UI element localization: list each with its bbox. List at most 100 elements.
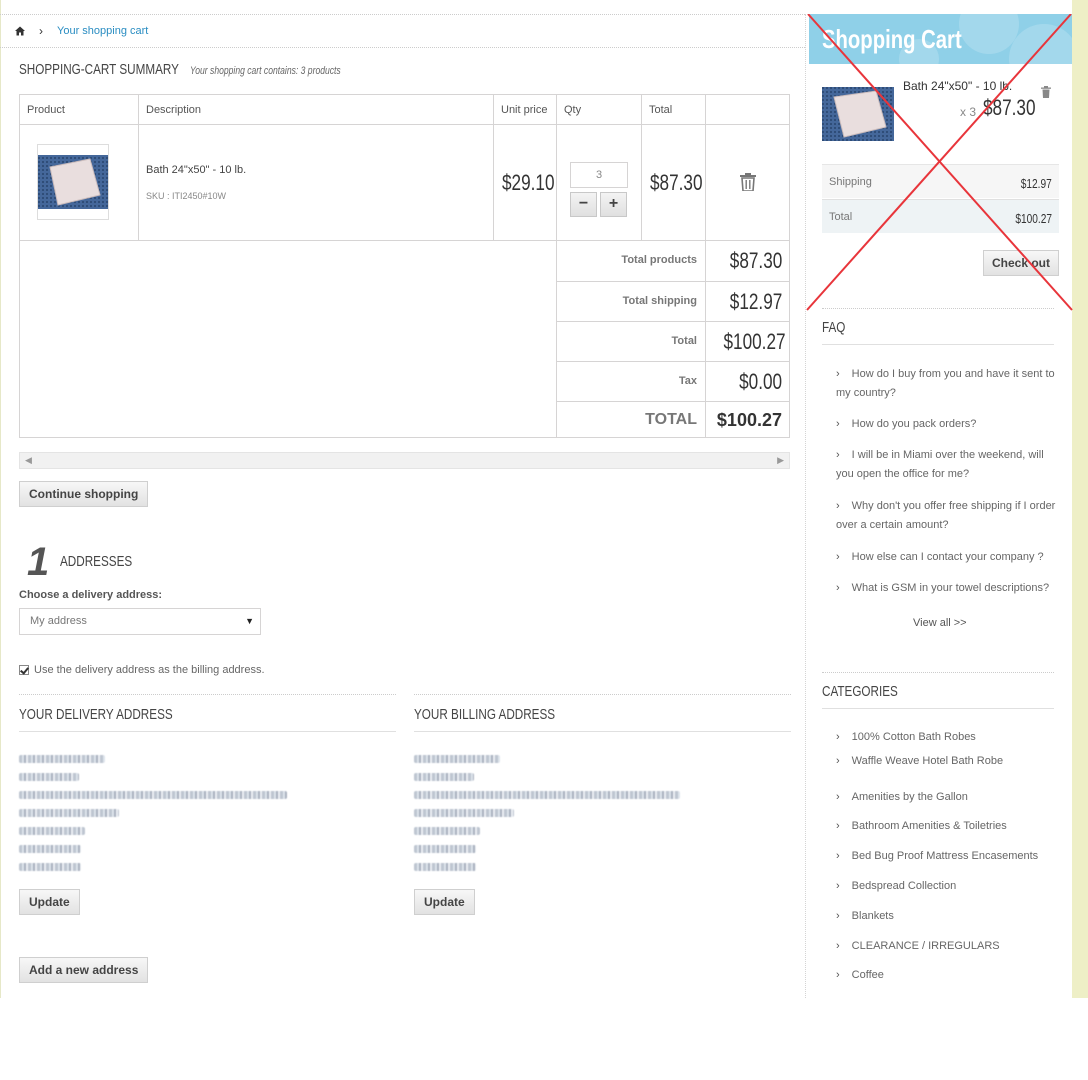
grand-total-value: $100.27 — [716, 410, 782, 430]
totals-value: $100.27 — [723, 329, 786, 354]
faq-item-text[interactable]: How else can I contact your company ? — [852, 551, 1044, 563]
quantity-input[interactable]: 3 — [570, 162, 628, 188]
category-item[interactable]: › Waffle Weave Hotel Bath Robe — [836, 754, 1003, 769]
faq-item-text[interactable]: Why don't you offer free shipping if I o… — [836, 500, 1055, 531]
faq-item-text[interactable]: What is GSM in your towel descriptions? — [852, 582, 1049, 594]
billing-address-title: YOUR BILLING ADDRESS — [414, 706, 556, 723]
faq-heading: FAQ — [822, 308, 1054, 345]
trash-icon[interactable] — [1041, 86, 1051, 98]
faq-title: FAQ — [822, 319, 846, 336]
category-item[interactable]: › Bathroom Amenities & Toiletries — [836, 819, 1007, 834]
category-item[interactable]: › Amenities by the Gallon — [836, 790, 968, 805]
right-background-strip — [1072, 0, 1088, 998]
step-number: 1 — [27, 540, 50, 584]
totals-row-shipping: Total shipping $12.97 — [557, 281, 790, 321]
mini-cart-header[interactable]: Shopping Cart — [809, 14, 1072, 64]
add-new-address-button[interactable]: Add a new address — [19, 957, 149, 983]
totals-label: Total products — [557, 241, 706, 281]
summary-subtitle: Your shopping cart contains: 3 products — [190, 65, 341, 77]
summary-title: SHOPPING-CART SUMMARY — [19, 61, 179, 78]
page: › Your shopping cart SHOPPING-CART SUMMA… — [0, 0, 1088, 998]
product-sku: SKU : ITI2450#10W — [146, 191, 227, 201]
faq-item-text[interactable]: I will be in Miami over the weekend, wil… — [836, 449, 1044, 480]
same-billing-label: Use the delivery address as the billing … — [34, 664, 265, 676]
faq-view-all-link[interactable]: View all >> — [913, 617, 967, 629]
column-separator — [805, 14, 806, 998]
product-name-link[interactable]: Bath 24"x50" - 10 lb. — [146, 164, 246, 176]
quantity-increase-button[interactable]: + — [600, 192, 627, 217]
faq-item[interactable]: › How else can I contact your company ? — [836, 548, 1058, 567]
faq-item[interactable]: › What is GSM in your towel descriptions? — [836, 579, 1058, 598]
header-qty: Qty — [557, 95, 642, 125]
category-link[interactable]: Bed Bug Proof Mattress Encasements — [852, 850, 1038, 862]
table-row-unit-price-cell: $29.10 — [494, 125, 557, 241]
faq-item[interactable]: › How do you pack orders? — [836, 415, 1058, 434]
update-billing-address-button[interactable]: Update — [414, 889, 475, 915]
category-item[interactable]: › Bedspread Collection — [836, 879, 956, 894]
totals-label: Total shipping — [557, 282, 706, 321]
category-link[interactable]: Waffle Weave Hotel Bath Robe — [852, 755, 1003, 767]
table-row-delete-cell — [706, 125, 790, 241]
faq-item[interactable]: › I will be in Miami over the weekend, wi… — [836, 446, 1058, 484]
trash-icon[interactable] — [740, 173, 756, 191]
billing-address-heading: YOUR BILLING ADDRESS — [414, 694, 791, 732]
same-billing-checkbox-row[interactable]: Use the delivery address as the billing … — [19, 664, 265, 676]
table-horizontal-scrollbar[interactable]: ◀ ▶ — [19, 452, 790, 469]
category-item[interactable]: › Bed Bug Proof Mattress Encasements — [836, 849, 1038, 864]
category-link[interactable]: Amenities by the Gallon — [852, 791, 968, 803]
line-total: $87.30 — [650, 170, 703, 195]
update-delivery-address-button[interactable]: Update — [19, 889, 80, 915]
category-link[interactable]: Bathroom Amenities & Toiletries — [852, 820, 1007, 832]
quantity-decrease-button[interactable]: − — [570, 192, 597, 217]
selected-address: My address — [30, 615, 87, 627]
home-icon[interactable] — [15, 26, 25, 36]
totals-row-tax: Tax $0.00 — [557, 361, 790, 401]
mini-cart-product-image[interactable] — [822, 87, 894, 141]
categories-title: CATEGORIES — [822, 683, 898, 700]
totals-row-products: Total products $87.30 — [557, 241, 790, 281]
product-image[interactable] — [37, 144, 109, 220]
scroll-right-arrow-icon[interactable]: ▶ — [777, 455, 784, 466]
totals-value: $87.30 — [729, 248, 782, 273]
mini-cart-item-qty: x 3 — [960, 105, 977, 119]
checkbox[interactable] — [19, 665, 29, 675]
table-row-product-cell — [20, 125, 139, 241]
scroll-left-arrow-icon[interactable]: ◀ — [25, 455, 32, 466]
header-actions — [706, 95, 790, 125]
header-total: Total — [642, 95, 706, 125]
mini-cart-total-value: $100.27 — [1015, 211, 1052, 226]
category-item[interactable]: › Blankets — [836, 909, 894, 924]
caret-down-icon: ▼ — [245, 616, 254, 626]
totals-label: Tax — [557, 362, 706, 401]
faq-item-text[interactable]: How do you pack orders? — [852, 418, 977, 430]
totals-value: $0.00 — [739, 369, 782, 394]
faq-item[interactable]: › Why don't you offer free shipping if I … — [836, 497, 1058, 535]
category-link[interactable]: 100% Cotton Bath Robes — [852, 731, 976, 743]
grand-total-label: TOTAL — [557, 402, 706, 438]
category-item[interactable]: › CLEARANCE / IRREGULARS — [836, 939, 1000, 954]
faq-item-text[interactable]: How do I buy from you and have it sent t… — [836, 368, 1055, 399]
unit-price: $29.10 — [502, 170, 555, 195]
category-link[interactable]: Coffee — [852, 969, 884, 981]
category-item[interactable]: › Coffee — [836, 968, 884, 983]
faq-item[interactable]: › How do I buy from you and have it sent … — [836, 365, 1058, 403]
mini-cart-item-name[interactable]: Bath 24"x50" - 10 lb. — [903, 79, 1012, 93]
delivery-address-select[interactable]: My address ▼ — [19, 608, 261, 635]
cart-summary-table: Product Description Unit price Qty Total — [19, 94, 790, 438]
checkout-button[interactable]: Check out — [983, 250, 1060, 276]
mini-cart-shipping-label: Shipping — [829, 176, 872, 188]
categories-heading: CATEGORIES — [822, 672, 1054, 709]
category-link[interactable]: CLEARANCE / IRREGULARS — [852, 940, 1000, 952]
totals-row-grand-total: TOTAL $100.27 — [557, 401, 790, 438]
table-row-total-cell: $87.30 — [642, 125, 706, 241]
category-link[interactable]: Bedspread Collection — [852, 880, 957, 892]
breadcrumb-current-link[interactable]: Your shopping cart — [57, 25, 148, 37]
mini-cart-total-label: Total — [829, 211, 853, 223]
continue-shopping-button[interactable]: Continue shopping — [19, 481, 149, 507]
mini-cart-item-price: $87.30 — [983, 95, 1036, 120]
mini-cart-shipping-value: $12.97 — [1020, 176, 1052, 191]
category-item[interactable]: › 100% Cotton Bath Robes — [836, 730, 976, 745]
category-link[interactable]: Blankets — [852, 910, 894, 922]
choose-address-label: Choose a delivery address: — [19, 589, 163, 601]
mini-cart-block: Shopping Cart Bath 24"x50" - 10 lb. x 3 … — [809, 14, 1072, 297]
